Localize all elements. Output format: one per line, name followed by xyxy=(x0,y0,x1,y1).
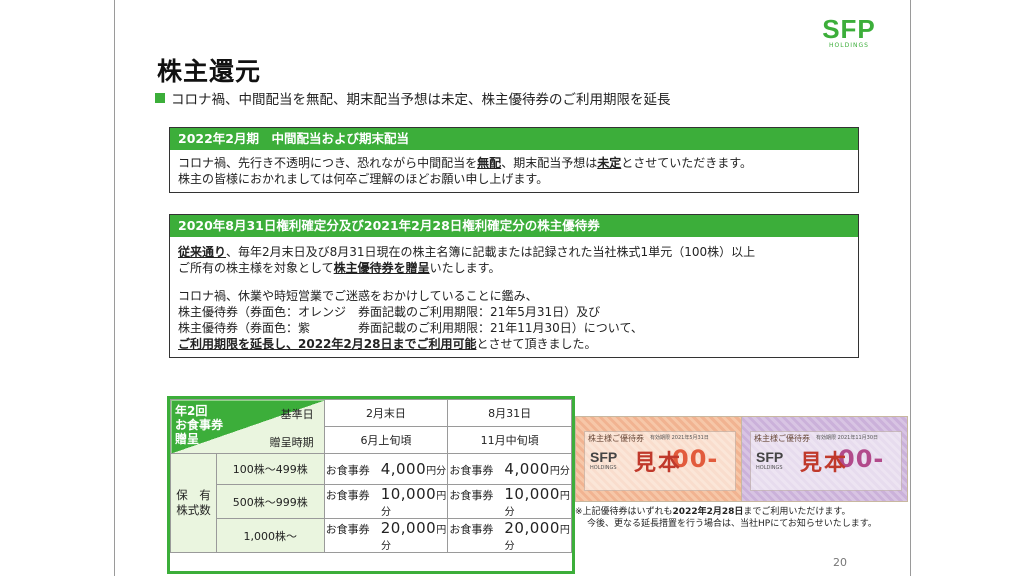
sfp-logo: SFP HOLDINGS xyxy=(819,16,879,50)
benefit-table: 年2回 お食事券 贈呈 基準日 贈呈時期 2月末日 8月31日 6月上旬頃 11… xyxy=(167,396,575,574)
dividend-text: 、期末配当予想は xyxy=(501,156,598,170)
voucher-logo-sub: HOLDINGS xyxy=(756,465,783,471)
note-line-2: 今後、更なる延長措置を行う場合は、当社HPにてお知らせいたします。 xyxy=(587,519,877,529)
benefit-box: 2020年8月31日権利確定分及び2021年2月28日権利確定分の株主優待券 従… xyxy=(169,214,859,358)
price-cell: お食事券 4,000円分 xyxy=(447,453,572,485)
square-bullet-icon xyxy=(155,93,165,103)
col2-header: 8月31日 xyxy=(447,399,572,427)
voucher-orange: 株主様ご優待券 有効期限 2021年5月31日 SFP HOLDINGS 00-… xyxy=(575,416,742,502)
note-line-1: ※上記優待券はいずれも2022年2月28日までご利用いただけます。 xyxy=(575,506,877,518)
dividend-emph-undecided: 未定 xyxy=(597,156,622,170)
col1-header: 2月末日 xyxy=(323,399,449,427)
benefit-emph: 従来通り xyxy=(178,245,227,259)
benefit-line-6: ご利用期限を延長し、2022年2月28日までご利用可能とさせて頂きました。 xyxy=(178,336,850,352)
benefit-line-1: 従来通り、毎年2月末日及び8月31日現在の株主名簿に記載または記録された当社株式… xyxy=(178,244,850,260)
benefit-line-5: 株主優待券（券面色：紫 券面記載のご利用期限：21年11月30日）について、 xyxy=(178,321,643,335)
price-cell: お食事券 10,000円分 xyxy=(323,484,449,519)
price-value: 10,000 xyxy=(504,485,560,503)
price-label: お食事券 xyxy=(325,523,370,536)
voucher-note: ※上記優待券はいずれも2022年2月28日までご利用いただけます。 今後、更なる… xyxy=(575,506,877,530)
note-text: までご利用いただけます。 xyxy=(743,507,851,517)
voucher-logo: SFP xyxy=(590,449,618,465)
voucher-head: 株主様ご優待券 xyxy=(588,434,644,443)
benefit-emph: 株主優待券を贈呈 xyxy=(333,261,430,275)
voucher-logo-sub: HOLDINGS xyxy=(590,465,617,471)
zotei-label: 贈呈時期 xyxy=(269,436,314,449)
price-unit: 円分 xyxy=(426,466,447,477)
dividend-text: とさせていただきます。 xyxy=(621,156,753,170)
price-cell: お食事券 10,000円分 xyxy=(447,484,572,519)
voucher-purple: 株主様ご優待券 有効期限 2021年11月30日 SFP HOLDINGS 00… xyxy=(741,416,908,502)
price-label: お食事券 xyxy=(325,489,370,502)
page-subtitle: コロナ禍、中間配当を無配、期末配当予想は未定、株主優待券のご利用期限を延長 xyxy=(155,88,671,108)
sample-stamp: 見本 xyxy=(800,451,849,476)
price-label: お食事券 xyxy=(449,523,494,536)
benefit-line-3: コロナ禍、休業や時短営業でご迷惑をおかけしていることに鑑み、 xyxy=(178,289,538,303)
page-number: 20 xyxy=(833,556,847,569)
page-title: 株主還元 xyxy=(157,57,262,86)
dividend-emph-none: 無配 xyxy=(477,156,502,170)
dividend-text: コロナ禍、先行き不透明につき、恐れながら中間配当を xyxy=(178,156,478,170)
price-unit: 円分 xyxy=(549,466,570,477)
price-value: 4,000 xyxy=(380,460,427,478)
table-corner: 年2回 お食事券 贈呈 基準日 贈呈時期 xyxy=(170,399,325,454)
price-value: 10,000 xyxy=(380,485,437,503)
price-cell: お食事券 4,000円分 xyxy=(323,453,449,485)
range-cell: 500株～999株 xyxy=(215,484,325,519)
benefit-text: いたします。 xyxy=(429,261,501,275)
dividend-heading: 2022年2月期 中間配当および期末配当 xyxy=(170,128,858,150)
benefit-text: とさせて頂きました。 xyxy=(476,337,597,351)
price-value: 4,000 xyxy=(504,460,550,478)
dividend-body: コロナ禍、先行き不透明につき、恐れながら中間配当を無配、期末配当予想は未定とさせ… xyxy=(170,150,858,192)
dividend-line-1: コロナ禍、先行き不透明につき、恐れながら中間配当を無配、期末配当予想は未定とさせ… xyxy=(178,155,850,171)
voucher-head: 株主様ご優待券 xyxy=(754,434,810,443)
price-value: 20,000 xyxy=(380,519,437,537)
voucher-date: 有効期限 2021年5月31日 xyxy=(650,435,709,441)
price-label: お食事券 xyxy=(325,464,370,477)
dividend-box: 2022年2月期 中間配当および期末配当 コロナ禍、先行き不透明につき、恐れなが… xyxy=(169,127,859,193)
price-cell: お食事券 20,000円分 xyxy=(447,518,572,553)
voucher-date: 有効期限 2021年11月30日 xyxy=(816,435,879,441)
benefit-emph: ご利用期限を延長し、2022年2月28日までご利用可能 xyxy=(178,337,477,351)
price-label: お食事券 xyxy=(449,489,494,502)
range-cell: 1,000株～ xyxy=(215,518,325,553)
col1-timing: 6月上旬頃 xyxy=(323,426,449,454)
note-text: ※上記優待券はいずれも xyxy=(575,507,673,517)
logo-mark: SFP xyxy=(822,14,876,44)
table-corner-text: 年2回 お食事券 贈呈 xyxy=(175,404,224,446)
price-value: 20,000 xyxy=(504,519,560,537)
benefit-heading: 2020年8月31日権利確定分及び2021年2月28日権利確定分の株主優待券 xyxy=(170,215,858,237)
range-cell: 100株～499株 xyxy=(215,453,325,485)
benefit-line-4: 株主優待券（券面色：オレンジ 券面記載のご利用期限：21年5月31日）及び xyxy=(178,305,601,319)
voucher-logo: SFP xyxy=(756,449,784,465)
dividend-line-2: 株主の皆様におかれましては何卒ご理解のほどお願い申し上げます。 xyxy=(178,172,549,186)
benefit-line-2: ご所有の株主様を対象として株主優待券を贈呈いたします。 xyxy=(178,260,850,276)
note-date: 2022年2月28日 xyxy=(672,507,744,517)
price-label: お食事券 xyxy=(449,464,494,477)
benefit-text: ご所有の株主様を対象として xyxy=(178,261,334,275)
slide: SFP HOLDINGS 株主還元 コロナ禍、中間配当を無配、期末配当予想は未定… xyxy=(114,0,911,576)
holding-side-label: 保 有 株式数 xyxy=(170,453,217,553)
benefit-text: 、毎年2月末日及び8月31日現在の株主名簿に記載または記録された当社株式1単元（… xyxy=(226,245,756,259)
col2-timing: 11月中旬頃 xyxy=(447,426,572,454)
sample-stamp: 見本 xyxy=(634,451,683,476)
subtitle-text: コロナ禍、中間配当を無配、期末配当予想は未定、株主優待券のご利用期限を延長 xyxy=(171,92,671,108)
price-cell: お食事券 20,000円分 xyxy=(323,518,449,553)
kijunbi-label: 基準日 xyxy=(280,408,314,421)
benefit-body: 従来通り、毎年2月末日及び8月31日現在の株主名簿に記載または記録された当社株式… xyxy=(170,237,858,357)
